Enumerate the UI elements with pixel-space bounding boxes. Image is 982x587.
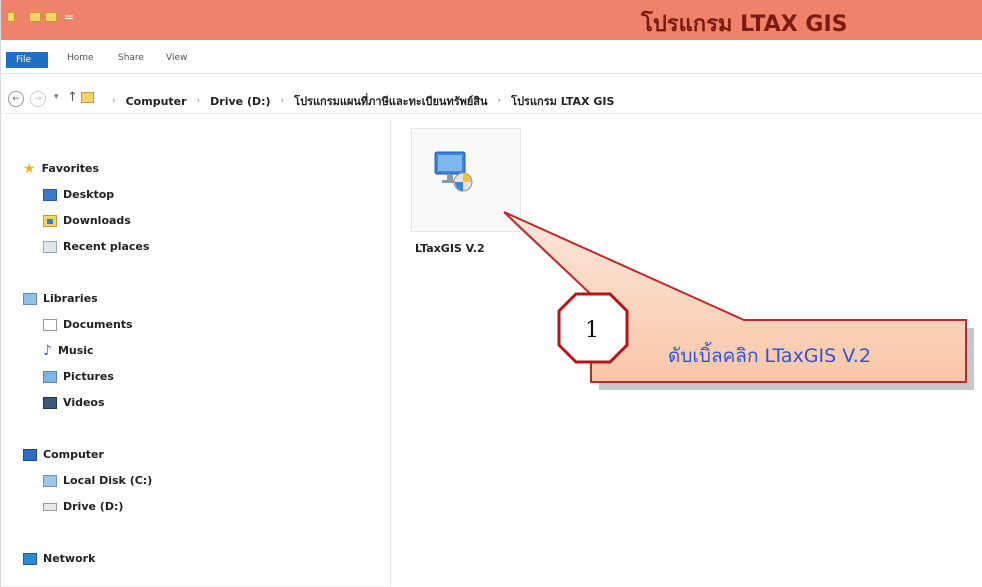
step-number: 1 (585, 318, 599, 343)
callout-annotation (503, 211, 974, 390)
explorer-window: = โปรแกรม LTAX GIS File Home Share View … (0, 0, 982, 587)
callout-instruction: ดับเบิ้ลคลิก LTaxGIS V.2 (668, 345, 871, 367)
